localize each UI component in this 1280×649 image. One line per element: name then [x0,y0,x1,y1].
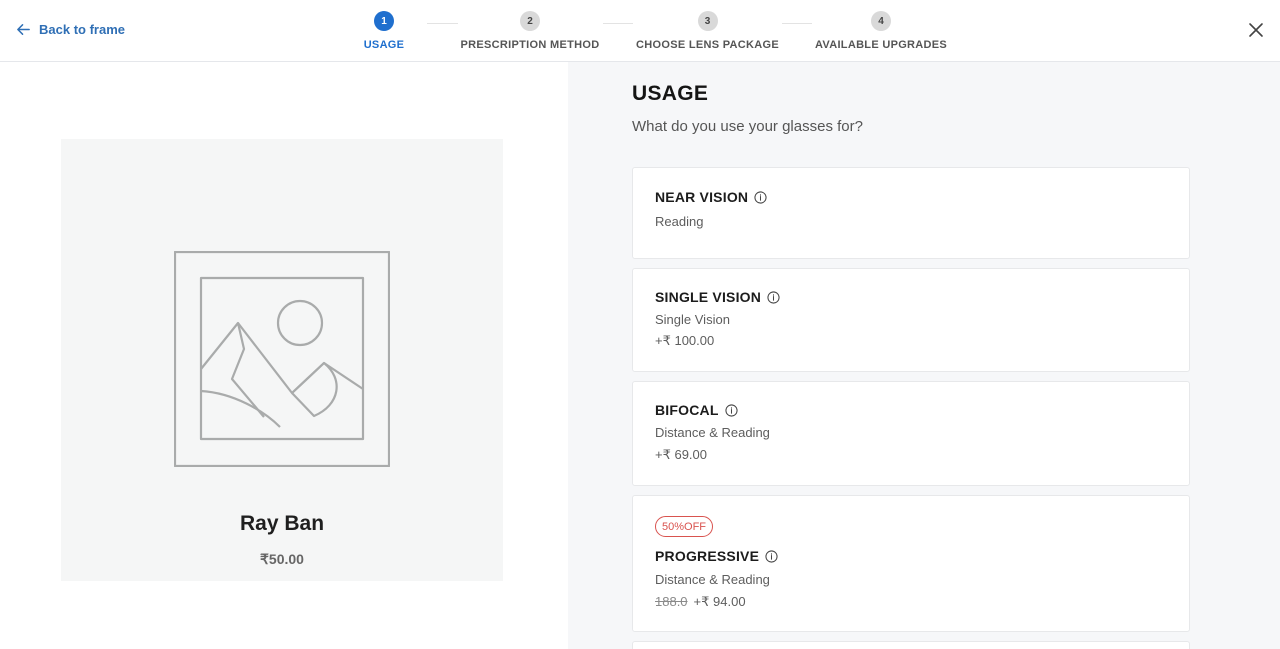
stepper: 1 USAGE 2 PRESCRIPTION METHOD 3 CHOOSE L… [0,11,1280,51]
step-available-upgrades[interactable]: 4 AVAILABLE UPGRADES [815,11,947,51]
info-icon[interactable] [754,190,767,204]
info-icon[interactable] [767,290,780,304]
section-subtitle: What do you use your glasses for? [632,118,863,135]
option-title-text: NEAR VISION [655,189,749,205]
step-prescription-method[interactable]: 2 PRESCRIPTION METHOD [461,11,599,51]
product-panel: Ray Ban ₹50.00 [0,62,568,649]
step-number: 4 [871,11,891,31]
close-icon[interactable] [1248,22,1264,38]
option-price: 188.0 +₹ 94.00 [655,594,746,610]
info-icon[interactable] [765,549,778,563]
image-placeholder-icon [174,251,390,467]
step-label: USAGE [363,39,405,51]
option-description: Distance & Reading [655,425,770,440]
step-usage[interactable]: 1 USAGE [364,11,404,51]
option-price: +₹ 100.00 [655,333,715,348]
step-connector [427,23,458,24]
option-single-vision[interactable]: SINGLE VISION Single Vision +₹ 100.00 [632,268,1190,372]
step-label: CHOOSE LENS PACKAGE [636,39,780,51]
discount-badge: 50%OFF [655,516,714,537]
option-near-vision[interactable]: NEAR VISION Reading [632,167,1190,259]
original-price: 188.0 [655,594,688,609]
option-description: Distance & Reading [655,572,770,587]
option-description: Reading [655,214,704,229]
option-next[interactable] [632,641,1190,649]
option-title: NEAR VISION [655,189,767,205]
step-label: AVAILABLE UPGRADES [814,39,948,51]
option-progressive[interactable]: 50%OFF PROGRESSIVE Distance & Reading 18… [632,495,1190,632]
option-title: BIFOCAL [655,402,738,418]
product-name: Ray Ban [239,512,325,535]
product-price: ₹50.00 [260,551,304,567]
option-title: SINGLE VISION [655,289,780,305]
option-bifocal[interactable]: BIFOCAL Distance & Reading +₹ 69.00 [632,381,1190,486]
option-title: PROGRESSIVE [655,548,778,564]
step-number: 2 [520,11,540,31]
usage-panel: USAGE What do you use your glasses for? … [568,62,1280,649]
info-icon[interactable] [725,403,738,417]
option-title-text: SINGLE VISION [655,289,762,305]
step-label: PRESCRIPTION METHOD [460,39,600,51]
section-title: USAGE [632,82,709,105]
step-number: 1 [374,11,394,31]
discounted-price: +₹ 94.00 [693,594,746,609]
option-price: +₹ 69.00 [655,447,708,462]
header: Back to frame 1 USAGE 2 PRESCRIPTION MET… [0,0,1280,62]
step-choose-lens-package[interactable]: 3 CHOOSE LENS PACKAGE [636,11,780,51]
step-connector [603,23,633,24]
option-title-text: PROGRESSIVE [655,548,760,564]
product-card: Ray Ban ₹50.00 [61,139,503,581]
step-connector [782,23,812,24]
option-description: Single Vision [655,312,730,327]
option-title-text: BIFOCAL [655,402,719,418]
step-number: 3 [697,11,718,31]
